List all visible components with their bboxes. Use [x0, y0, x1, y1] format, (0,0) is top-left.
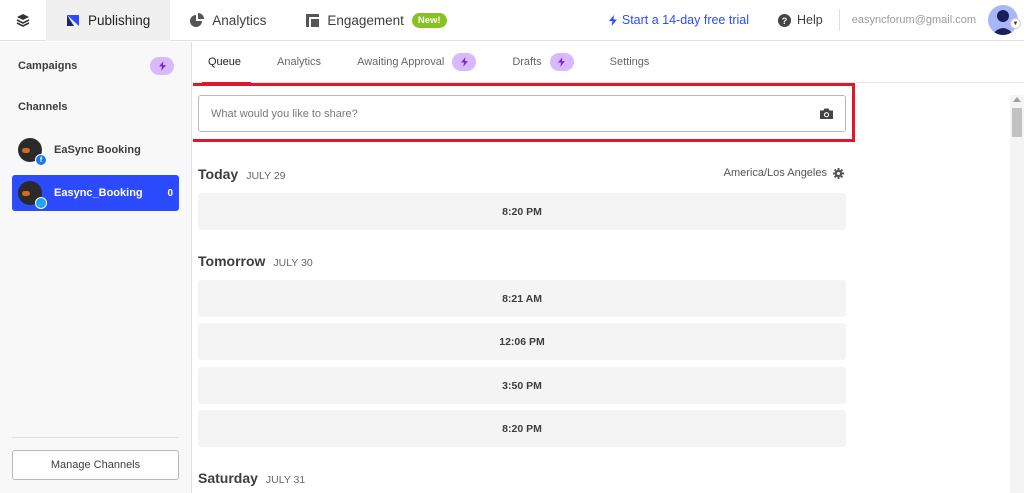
campaigns-header[interactable]: Campaigns [0, 57, 192, 75]
sidebar-divider [12, 437, 179, 438]
queue-time-slot[interactable]: 3:50 PM [198, 367, 846, 404]
channel-item-facebook[interactable]: f EaSync Booking [12, 132, 179, 168]
day-header-saturday: Saturday JULY 31 [198, 470, 305, 486]
free-trial-label: Start a 14-day free trial [621, 13, 750, 27]
channel-queue-count: 0 [167, 187, 173, 199]
channel-avatar [18, 181, 47, 209]
queue-subtabs: Queue Analytics Awaiting Approval Drafts… [193, 42, 1024, 84]
nav-tab-label: Engagement [327, 12, 404, 28]
lightning-icon [158, 61, 166, 71]
day-name: Tomorrow [198, 253, 266, 269]
tab-label: Queue [208, 56, 242, 68]
sidebar: Campaigns Channels f EaSync Booking Easy… [0, 42, 192, 493]
tab-analytics[interactable]: Analytics [267, 42, 339, 83]
composer-placeholder: What would you like to share? [211, 107, 358, 120]
free-trial-link[interactable]: Start a 14-day free trial [594, 13, 764, 27]
nav-tab-analytics[interactable]: Analytics [170, 0, 286, 41]
lightning-icon [558, 57, 566, 67]
gear-icon [833, 167, 844, 179]
publishing-icon [67, 15, 79, 26]
queue-time-slot[interactable]: 8:21 AM [198, 280, 846, 317]
queue-time-slot[interactable]: 12:06 PM [198, 323, 846, 360]
twitter-icon [35, 197, 47, 209]
channels-label: Channels [18, 101, 68, 113]
help-link[interactable]: ? Help [764, 9, 840, 31]
tab-label: Analytics [277, 56, 322, 68]
queue-time-slot[interactable]: 8:20 PM [198, 193, 846, 230]
day-name: Saturday [198, 470, 258, 486]
upgrade-badge [452, 53, 477, 71]
engagement-icon [306, 13, 320, 27]
chevron-down-icon: ▼ [1010, 18, 1021, 29]
lightning-icon [608, 14, 617, 26]
tab-label: Settings [609, 56, 650, 68]
pie-chart-icon [190, 13, 205, 27]
tab-label: Awaiting Approval [357, 56, 445, 68]
new-badge: New! [411, 12, 447, 28]
facebook-icon: f [35, 154, 47, 166]
channel-name: EaSync Booking [54, 144, 141, 156]
channel-item-twitter[interactable]: Easync_Booking 0 [12, 175, 179, 211]
top-navigation: Publishing Analytics Engagement New! Sta… [0, 0, 1024, 41]
upgrade-badge [549, 53, 574, 71]
post-composer-input[interactable]: What would you like to share? [198, 95, 846, 132]
scrollbar[interactable] [1010, 95, 1024, 493]
day-date: JULY 30 [273, 257, 313, 269]
day-date: JULY 31 [265, 474, 306, 486]
campaigns-label: Campaigns [18, 60, 78, 72]
nav-tab-label: Analytics [212, 12, 267, 28]
account-menu[interactable]: ▼ [988, 5, 1024, 35]
lightning-icon [460, 57, 468, 67]
day-header-tomorrow: Tomorrow JULY 30 [198, 253, 313, 269]
question-icon: ? [778, 13, 792, 27]
manage-channels-button[interactable]: Manage Channels [12, 450, 179, 480]
timezone-setting[interactable]: America/Los Angeles [724, 167, 844, 179]
product-switcher-button[interactable] [0, 0, 46, 41]
timezone-label: America/Los Angeles [723, 167, 827, 179]
tab-queue[interactable]: Queue [198, 42, 259, 84]
channel-name: Easync_Booking [54, 187, 143, 199]
nav-tab-engagement[interactable]: Engagement New! [286, 0, 466, 41]
help-label: Help [797, 13, 823, 27]
tab-label: Drafts [512, 56, 542, 68]
svg-text:?: ? [782, 16, 788, 26]
day-header-today: Today JULY 29 [198, 166, 286, 182]
nav-right-group: Start a 14-day free trial ? Help easyncf… [594, 0, 1024, 41]
channel-avatar: f [18, 138, 47, 166]
account-email: easyncforum@gmail.com [851, 14, 976, 26]
channels-header: Channels [0, 101, 86, 113]
main-content: Queue Analytics Awaiting Approval Drafts… [193, 42, 1024, 493]
day-date: JULY 29 [246, 170, 286, 182]
camera-icon[interactable] [820, 108, 833, 119]
nav-tab-publishing[interactable]: Publishing [46, 0, 171, 41]
scroll-up-arrow-icon[interactable] [1013, 97, 1021, 102]
tab-drafts[interactable]: Drafts [502, 42, 591, 83]
tab-awaiting-approval[interactable]: Awaiting Approval [347, 42, 494, 83]
queue-time-slot[interactable]: 8:20 PM [198, 410, 846, 447]
tab-settings[interactable]: Settings [600, 42, 668, 83]
nav-tab-label: Publishing [88, 12, 151, 28]
day-name: Today [198, 166, 239, 182]
scrollbar-thumb[interactable] [1012, 108, 1022, 137]
campaigns-upgrade-badge[interactable] [150, 57, 174, 75]
layers-icon [16, 14, 30, 27]
